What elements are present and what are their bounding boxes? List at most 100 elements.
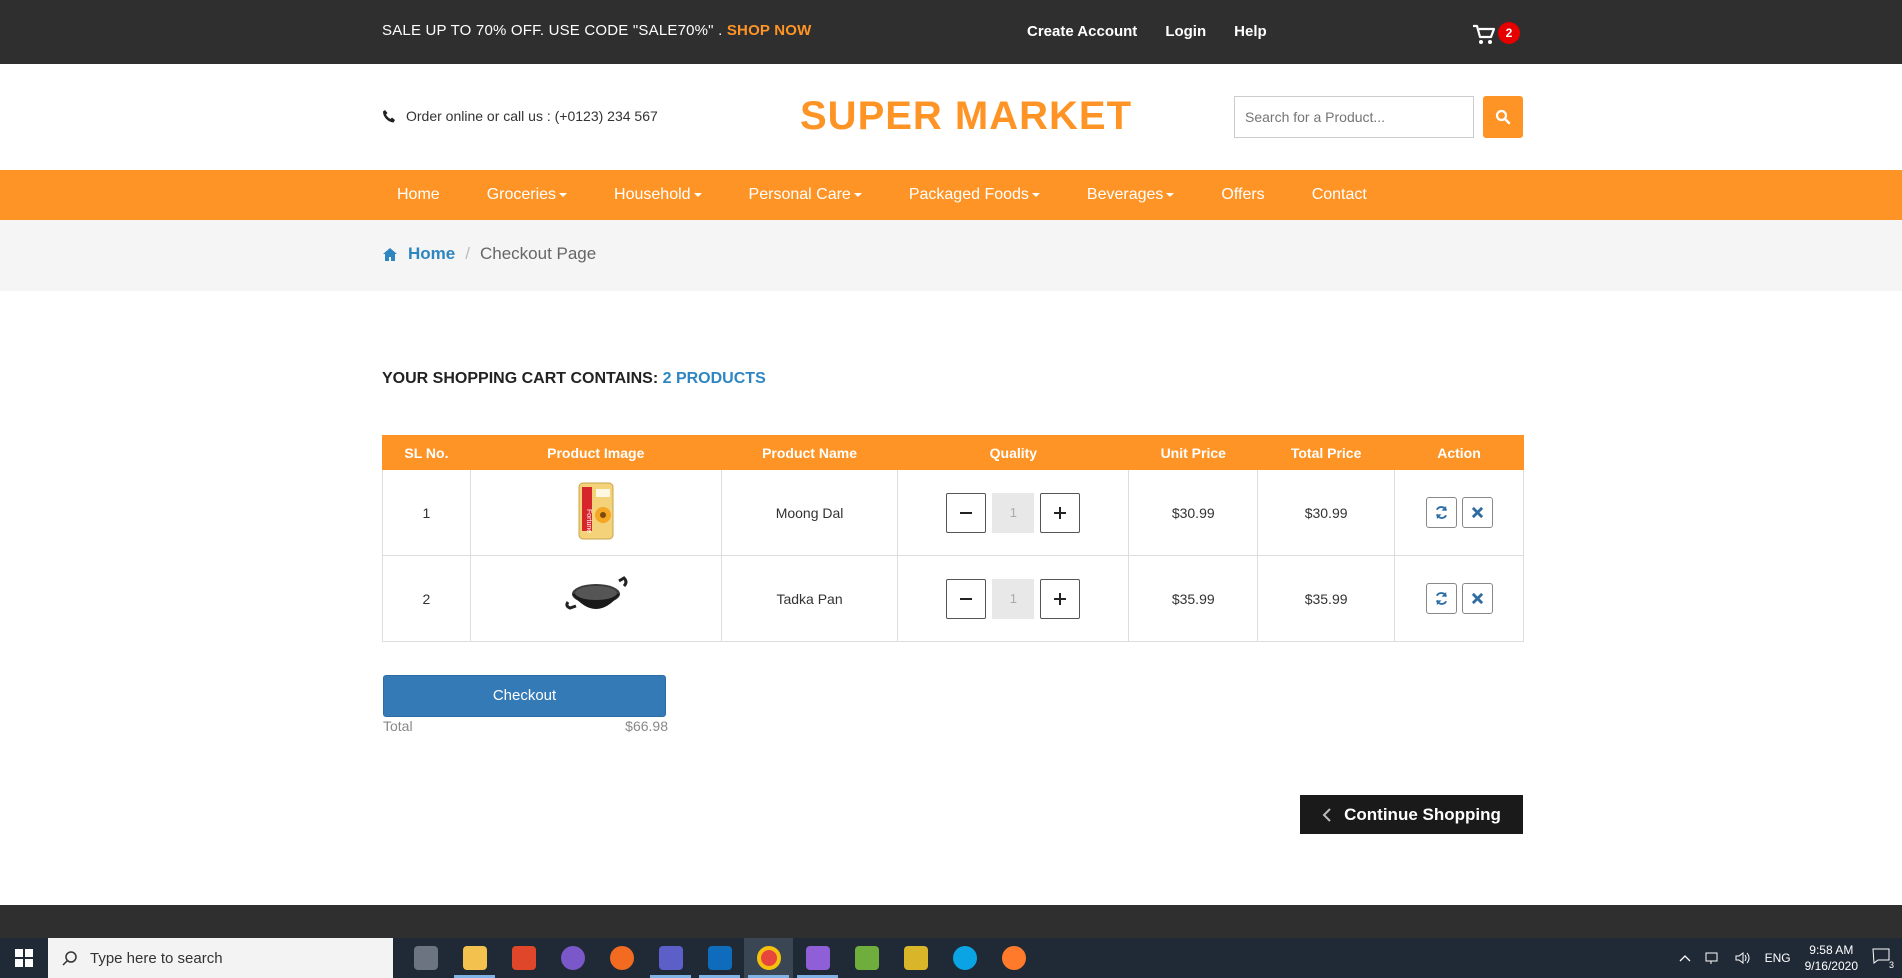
volume-icon[interactable] <box>1735 951 1751 965</box>
taskbar-app-visual-studio[interactable] <box>793 938 842 978</box>
table-row: 2 Tadka Pan 1 $35.99 $35.99 <box>382 555 1524 642</box>
notifications-button[interactable]: 3 <box>1872 948 1894 970</box>
caret-down-icon <box>559 192 568 197</box>
cart-product-count: 2 PRODUCTS <box>662 370 766 387</box>
chevron-left-icon <box>1322 807 1331 822</box>
column-header: Product Name <box>720 435 899 470</box>
quantity-cell: 1 <box>897 555 1130 642</box>
network-icon[interactable] <box>1705 951 1721 965</box>
decrease-quantity-button[interactable] <box>946 492 987 533</box>
cart-heading-text: YOUR SHOPPING CART CONTAINS: <box>382 370 659 387</box>
nav-item-contact[interactable]: Contact <box>1297 186 1382 204</box>
row-actions <box>1425 583 1493 614</box>
taskbar-app-orange[interactable] <box>597 938 646 978</box>
notes-icon <box>903 946 928 970</box>
kadhai-pan-image[interactable] <box>564 572 628 622</box>
chrome-icon <box>756 946 781 970</box>
nav-item-home[interactable]: Home <box>382 186 455 204</box>
cart-button[interactable]: 2 <box>1472 22 1522 46</box>
search-icon <box>62 951 77 966</box>
refresh-icon <box>1435 505 1447 520</box>
column-header: SL No. <box>382 435 471 470</box>
home-icon[interactable] <box>382 247 398 262</box>
taskbar-app-chrome[interactable] <box>744 938 793 978</box>
nav-item-offers[interactable]: Offers <box>1206 186 1279 204</box>
action-cell <box>1394 555 1524 642</box>
nav-item-groceries[interactable]: Groceries <box>472 186 582 204</box>
caret-down-icon <box>693 192 702 197</box>
language-indicator[interactable]: ENG <box>1765 951 1791 965</box>
nav-item-beverages[interactable]: Beverages <box>1072 186 1190 204</box>
quantity-input[interactable]: 1 <box>992 578 1035 619</box>
nav-item-personal-care[interactable]: Personal Care <box>734 186 877 204</box>
taskbar-app-file-explorer[interactable] <box>450 938 499 978</box>
column-header: Product Image <box>469 435 722 470</box>
start-button[interactable] <box>0 938 48 978</box>
notification-count: 3 <box>1888 960 1894 970</box>
product-name: Moong Dal <box>720 469 899 556</box>
checkout-button[interactable]: Checkout <box>383 675 666 717</box>
unit-price: $35.99 <box>1128 555 1259 642</box>
product-image-cell <box>469 555 722 642</box>
column-header: Action <box>1394 435 1524 470</box>
clock-time: 9:58 AM <box>1809 943 1854 957</box>
unit-price: $30.99 <box>1128 469 1259 556</box>
continue-shopping-button[interactable]: Continue Shopping <box>1300 795 1523 834</box>
folder-icon <box>462 946 487 970</box>
decrease-quantity-button[interactable] <box>946 578 987 619</box>
site-logo[interactable]: SUPER MARKET <box>800 94 1132 139</box>
product-search-input[interactable] <box>1234 96 1474 138</box>
column-header: Unit Price <box>1128 435 1259 470</box>
quantity-stepper: 1 <box>946 578 1081 619</box>
taskbar-app-editor[interactable] <box>842 938 891 978</box>
breadcrumb-home-link[interactable]: Home <box>408 244 455 264</box>
taskbar-app-outlook[interactable] <box>695 938 744 978</box>
taskbar-apps <box>401 938 1038 978</box>
taskbar-app-firefox[interactable] <box>989 938 1038 978</box>
notification-icon <box>1872 948 1890 964</box>
breadcrumb-current: Checkout Page <box>479 244 597 263</box>
taskbar-app-ca[interactable] <box>401 938 450 978</box>
increase-quantity-button[interactable] <box>1040 492 1081 533</box>
taskbar-app-teams[interactable] <box>646 938 695 978</box>
editor-icon <box>854 946 879 970</box>
update-item-button[interactable] <box>1425 583 1457 614</box>
column-header: Total Price <box>1257 435 1396 470</box>
cart-heading: YOUR SHOPPING CART CONTAINS: 2 PRODUCTS <box>382 370 766 388</box>
clock-date: 9/16/2020 <box>1804 959 1858 973</box>
remove-item-button[interactable] <box>1461 583 1493 614</box>
column-header: Quality <box>897 435 1130 470</box>
search-button[interactable] <box>1483 96 1523 138</box>
site-header: Order online or call us : (+0123) 234 56… <box>0 64 1902 170</box>
update-item-button[interactable] <box>1425 497 1457 528</box>
remove-item-button[interactable] <box>1461 497 1493 528</box>
breadcrumb-separator: / <box>465 244 470 263</box>
taskbar-app-sticky[interactable] <box>891 938 940 978</box>
quantity-input[interactable]: 1 <box>992 492 1035 533</box>
cart-total-row: Total $66.98 <box>383 718 668 734</box>
taskbar-app-skype[interactable] <box>940 938 989 978</box>
shop-now-link[interactable]: SHOP NOW <box>727 22 812 39</box>
top-bar: SALE UP TO 70% OFF. USE CODE "SALE70%" .… <box>0 0 1902 64</box>
breadcrumb: Home / Checkout Page <box>382 244 596 264</box>
taskbar-app-purple[interactable] <box>548 938 597 978</box>
create-account-link[interactable]: Create Account <box>1027 23 1137 40</box>
quantity-stepper: 1 <box>946 492 1081 533</box>
clock[interactable]: 9:58 AM 9/16/2020 <box>1805 942 1858 974</box>
teams-icon <box>658 946 683 970</box>
taskbar-app-office[interactable] <box>499 938 548 978</box>
oil-packet-image[interactable]: Fortune <box>576 481 616 541</box>
nav-item-household[interactable]: Household <box>599 186 717 204</box>
taskbar-search[interactable]: Type here to search <box>48 938 393 978</box>
caret-down-icon <box>1031 192 1040 197</box>
ca-app-icon <box>413 946 438 970</box>
plus-icon <box>1054 506 1067 519</box>
search-icon <box>1495 109 1511 125</box>
help-link[interactable]: Help <box>1234 23 1267 40</box>
chevron-up-icon[interactable] <box>1679 954 1691 962</box>
skype-icon <box>952 946 977 970</box>
increase-quantity-button[interactable] <box>1040 578 1081 619</box>
login-link[interactable]: Login <box>1165 23 1206 40</box>
nav-item-packaged-foods[interactable]: Packaged Foods <box>894 186 1055 204</box>
quantity-cell: 1 <box>897 469 1130 556</box>
